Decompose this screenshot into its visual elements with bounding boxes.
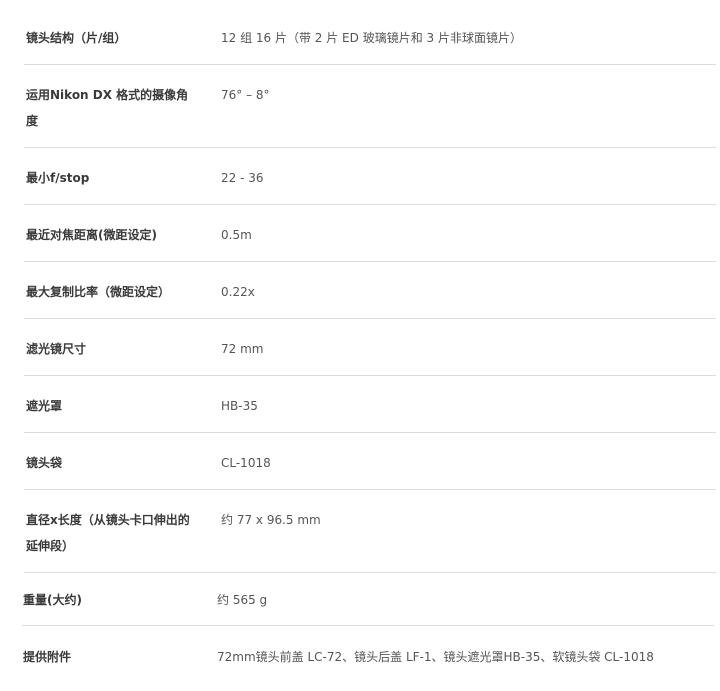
spec-label: 最近对焦距离(微距设定) xyxy=(26,228,157,242)
spec-row-min-aperture: 最小f/stop 22 - 36 xyxy=(24,148,716,205)
spec-value: 22 - 36 xyxy=(221,171,264,185)
spec-row-dimensions: 直径x长度（从镜头卡口伸出的延伸段） 约 77 x 96.5 mm xyxy=(24,490,716,573)
spec-label: 直径x长度（从镜头卡口伸出的延伸段） xyxy=(26,513,190,553)
spec-row-lens-case: 镜头袋 CL-1018 xyxy=(24,433,716,490)
spec-value: CL-1018 xyxy=(221,456,271,470)
spec-label: 镜头袋 xyxy=(26,456,63,470)
spec-row-min-focus-distance: 最近对焦距离(微距设定) 0.5m xyxy=(24,205,716,262)
spec-row-max-reproduction-ratio: 最大复制比率（微距设定） 0.22x xyxy=(24,262,716,319)
spec-value: 约 565 g xyxy=(217,593,268,607)
spec-row-lens-hood: 遮光罩 HB-35 xyxy=(24,376,716,433)
spec-row-angle-of-view: 运用Nikon DX 格式的摄像角度 76° – 8° xyxy=(24,65,716,148)
spec-label: 重量(大约) xyxy=(23,593,82,607)
spec-row-accessories: 提供附件 72mm镜头前盖 LC-72、镜头后盖 LF-1、镜头遮光罩HB-35… xyxy=(22,626,714,686)
spec-value: 76° – 8° xyxy=(221,88,270,102)
spec-row-filter-size: 滤光镜尺寸 72 mm xyxy=(24,319,716,376)
spec-label: 滤光镜尺寸 xyxy=(26,342,87,356)
spec-label: 镜头结构（片/组） xyxy=(26,31,127,45)
spec-value: 约 77 x 96.5 mm xyxy=(221,513,321,527)
spec-value: 0.22x xyxy=(221,285,255,299)
spec-value: 72mm镜头前盖 LC-72、镜头后盖 LF-1、镜头遮光罩HB-35、软镜头袋… xyxy=(217,650,654,664)
spec-label: 最大复制比率（微距设定） xyxy=(26,285,171,299)
spec-value: 0.5m xyxy=(221,228,252,242)
spec-label: 遮光罩 xyxy=(26,399,63,413)
spec-label: 运用Nikon DX 格式的摄像角度 xyxy=(26,88,189,128)
spec-value: 72 mm xyxy=(221,342,264,356)
spec-label: 最小f/stop xyxy=(26,171,90,185)
spec-label: 提供附件 xyxy=(23,650,72,664)
spec-row-lens-construction: 镜头结构（片/组） 12 组 16 片（带 2 片 ED 玻璃镜片和 3 片非球… xyxy=(24,12,716,65)
spec-value: HB-35 xyxy=(221,399,258,413)
spec-row-weight: 重量(大约) 约 565 g xyxy=(22,573,714,626)
spec-value: 12 组 16 片（带 2 片 ED 玻璃镜片和 3 片非球面镜片） xyxy=(221,31,522,45)
